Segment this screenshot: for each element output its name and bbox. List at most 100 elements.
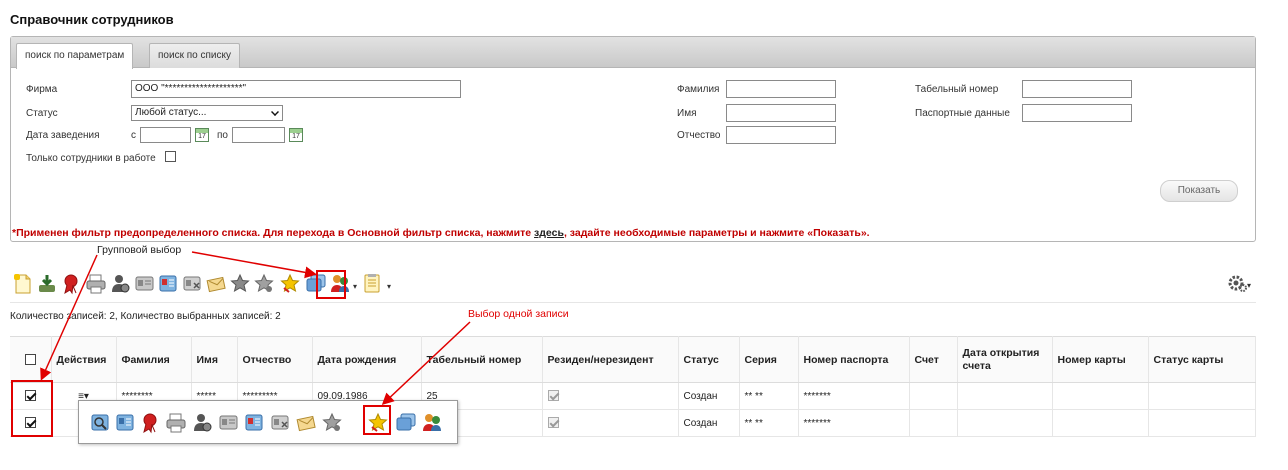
cell-card-number <box>1052 409 1149 437</box>
resident-checkbox <box>547 417 559 429</box>
cell-card-status <box>1148 409 1256 437</box>
calendar-icon[interactable]: 17 <box>195 128 209 142</box>
col-card-number[interactable]: Номер карты <box>1052 336 1149 383</box>
date-created-label: Дата заведения <box>26 130 100 141</box>
row-actions-popup <box>78 400 458 444</box>
passport-label: Паспортные данные <box>915 108 1010 119</box>
user-gear-icon[interactable] <box>194 414 212 432</box>
tab-bar: поиск по параметрам поиск по списку <box>11 37 1255 69</box>
surname-label: Фамилия <box>677 84 720 95</box>
divider <box>10 302 1256 303</box>
col-resident[interactable]: Резиден/нерезидент <box>542 336 679 383</box>
firm-input[interactable]: ООО "********************" <box>131 80 461 98</box>
copy-cards-icon[interactable] <box>396 413 416 431</box>
new-document-icon[interactable] <box>14 274 31 294</box>
card-delete-icon[interactable] <box>183 276 201 291</box>
cell-series: ** ** <box>739 382 799 410</box>
name-input[interactable] <box>726 104 836 122</box>
cell-resident <box>542 409 679 437</box>
notice-text-before: *Применен фильтр предопределенного списк… <box>12 227 535 239</box>
name-label: Имя <box>677 108 697 119</box>
date-to-input[interactable] <box>232 127 285 143</box>
cell-account <box>909 382 958 410</box>
envelope-pen-icon[interactable] <box>296 415 316 432</box>
patronymic-label: Отчество <box>677 130 721 141</box>
notice-link-here[interactable]: здесь <box>534 227 564 239</box>
cell-status: Создан <box>678 409 740 437</box>
passport-input[interactable] <box>1022 104 1132 122</box>
ribbon-award-icon[interactable] <box>64 274 78 295</box>
group-select-callout: Групповой выбор <box>97 244 182 256</box>
date-from-label: с <box>131 130 136 141</box>
resident-checkbox <box>547 390 559 402</box>
tab-search-list[interactable]: поиск по списку <box>149 43 240 68</box>
filter-notice: *Применен фильтр предопределенного списк… <box>12 227 870 239</box>
card-delete-icon[interactable] <box>271 415 289 430</box>
cell-card-status <box>1148 382 1256 410</box>
records-count: Количество записей: 2, Количество выбран… <box>10 311 281 322</box>
id-card-red-icon[interactable] <box>159 275 177 292</box>
cell-account <box>909 409 958 437</box>
id-card-icon[interactable] <box>219 415 238 430</box>
select-all-checkbox[interactable] <box>24 354 36 366</box>
cell-account-date <box>957 409 1053 437</box>
col-passport-number[interactable]: Номер паспорта <box>798 336 910 383</box>
col-series[interactable]: Серия <box>739 336 799 383</box>
tab-number-input[interactable] <box>1022 80 1132 98</box>
table-header-row: Действия Фамилия Имя Отчество Дата рожде… <box>10 336 1256 383</box>
envelope-pen-icon[interactable] <box>206 276 226 293</box>
cell-passport: ******* <box>798 409 910 437</box>
id-card-red-icon[interactable] <box>245 414 263 431</box>
col-patronymic[interactable]: Отчество <box>237 336 313 383</box>
single-select-highlight <box>363 405 391 435</box>
date-from-input[interactable] <box>140 127 191 143</box>
id-card-icon[interactable] <box>135 276 154 291</box>
star-highlight-icon[interactable] <box>280 273 300 293</box>
chevron-down-icon[interactable]: ▾ <box>353 282 357 291</box>
col-status[interactable]: Статус <box>678 336 740 383</box>
col-tab-number[interactable]: Табельный номер <box>421 336 543 383</box>
search-card-icon[interactable] <box>91 414 109 431</box>
checkbox-column-highlight <box>11 380 53 437</box>
status-label: Статус <box>26 108 58 119</box>
show-button[interactable]: Показать <box>1160 180 1238 202</box>
only-working-label: Только сотрудники в работе <box>26 153 156 164</box>
status-select-value: Любой статус... <box>135 107 207 118</box>
ribbon-award-icon[interactable] <box>143 413 157 434</box>
user-gear-icon[interactable] <box>112 275 130 293</box>
users-icon[interactable] <box>423 414 441 431</box>
col-name[interactable]: Имя <box>191 336 238 383</box>
col-actions[interactable]: Действия <box>51 336 117 383</box>
page-title: Справочник сотрудников <box>10 12 174 27</box>
download-icon[interactable] <box>39 275 55 292</box>
col-birth-date[interactable]: Дата рождения <box>312 336 422 383</box>
document-list-icon[interactable] <box>364 274 380 293</box>
svg-text:▾: ▾ <box>1247 281 1251 290</box>
cell-card-number <box>1052 382 1149 410</box>
cell-series: ** ** <box>739 409 799 437</box>
col-account-open-date[interactable]: Дата открытия счета <box>957 336 1053 383</box>
id-card-blue-icon[interactable] <box>116 414 134 431</box>
firm-label: Фирма <box>26 84 58 95</box>
calendar-icon[interactable]: 17 <box>289 128 303 142</box>
cell-passport: ******* <box>798 382 910 410</box>
tab-search-params[interactable]: поиск по параметрам <box>16 43 134 69</box>
status-select[interactable]: Любой статус... <box>131 105 283 121</box>
col-card-status[interactable]: Статус карты <box>1148 336 1256 383</box>
star-icon[interactable] <box>230 273 250 293</box>
printer-icon[interactable] <box>86 274 106 294</box>
col-account[interactable]: Счет <box>909 336 958 383</box>
cell-resident <box>542 382 679 410</box>
surname-input[interactable] <box>726 80 836 98</box>
col-surname[interactable]: Фамилия <box>116 336 192 383</box>
settings-gear-icon[interactable]: ▾ <box>1226 273 1254 295</box>
only-working-checkbox[interactable] <box>165 151 176 162</box>
patronymic-input[interactable] <box>726 126 836 144</box>
star-grey-icon[interactable] <box>322 412 342 432</box>
chevron-down-icon[interactable]: ▾ <box>387 282 391 291</box>
star-grey-icon[interactable] <box>254 273 274 293</box>
group-select-highlight <box>316 270 346 299</box>
printer-icon[interactable] <box>166 413 186 433</box>
cell-account-date <box>957 382 1053 410</box>
tab-number-label: Табельный номер <box>915 84 999 95</box>
